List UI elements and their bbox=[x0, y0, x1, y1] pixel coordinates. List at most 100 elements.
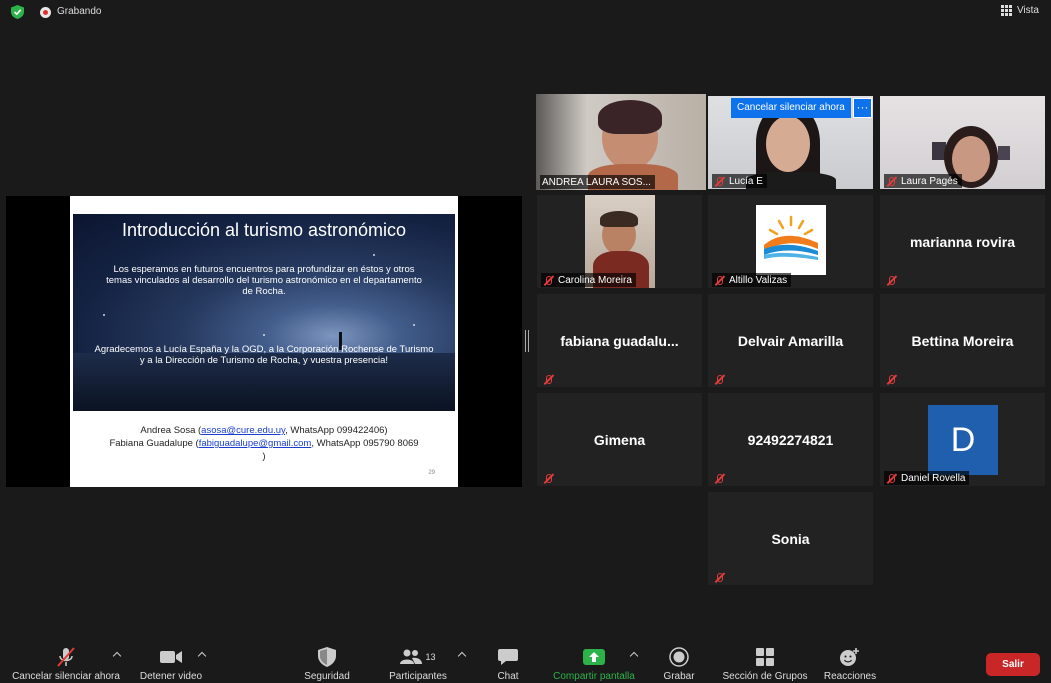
recording-label: Grabando bbox=[57, 6, 102, 17]
shield-icon bbox=[318, 647, 336, 667]
participants-options-caret[interactable] bbox=[457, 651, 467, 661]
participants-button[interactable]: 13 Participantes bbox=[380, 640, 456, 683]
security-label: Seguridad bbox=[304, 671, 350, 682]
record-label: Grabar bbox=[663, 671, 695, 682]
participant-display-name: 92492274821 bbox=[747, 431, 834, 448]
record-icon bbox=[669, 647, 689, 667]
mute-label: Cancelar silenciar ahora bbox=[12, 671, 120, 682]
participant-avatar: D bbox=[928, 405, 998, 475]
muted-mic-icon bbox=[57, 647, 75, 667]
contact-line: Fabiana Guadalupe (fabiguadalupe@gmail.c… bbox=[70, 437, 458, 450]
video-tile[interactable]: Laura Pagés bbox=[880, 96, 1045, 189]
participant-nametag bbox=[541, 471, 558, 485]
participant-display-name: Gimena bbox=[593, 431, 646, 448]
recording-icon[interactable] bbox=[40, 7, 51, 18]
participant-nametag bbox=[712, 372, 729, 386]
reactions-label: Reacciones bbox=[823, 671, 877, 682]
slide-acknowledgement: Agradecemos a Lucía España y la OGD, a l… bbox=[94, 344, 434, 366]
top-bar: Grabando Vista bbox=[0, 0, 1051, 24]
participant-nametag bbox=[712, 570, 729, 584]
slide-contacts: Andrea Sosa (asosa@cure.edu.uy, WhatsApp… bbox=[70, 424, 458, 463]
video-tile[interactable]: marianna rovira bbox=[880, 195, 1045, 288]
video-tile[interactable]: ANDREA LAURA SOS... bbox=[536, 94, 706, 190]
slide-page-number: 29 bbox=[428, 470, 435, 476]
grid-view-icon bbox=[1000, 5, 1012, 16]
video-tile[interactable]: Carolina Moreira bbox=[537, 195, 702, 288]
participant-nametag: Altillo Valizas bbox=[712, 273, 792, 287]
muted-mic-icon bbox=[886, 374, 897, 385]
security-shield-icon[interactable] bbox=[11, 5, 24, 19]
panel-resize-handle[interactable] bbox=[525, 330, 529, 352]
video-tile[interactable]: fabiana guadalu... bbox=[537, 294, 702, 387]
participant-nametag bbox=[712, 471, 729, 485]
view-label: Vista bbox=[1016, 5, 1039, 16]
muted-mic-icon bbox=[886, 176, 897, 187]
participant-name: Lucía E bbox=[729, 175, 763, 187]
muted-mic-icon bbox=[543, 473, 554, 484]
participant-display-name: Sonia bbox=[771, 530, 810, 547]
slide-paragraph: Los esperamos en futuros encuentros para… bbox=[106, 264, 422, 297]
video-label: Detener video bbox=[139, 671, 203, 682]
contact-phone: , WhatsApp 099422406) bbox=[285, 425, 388, 436]
breakout-rooms-icon bbox=[756, 648, 774, 666]
leave-button[interactable]: Salir bbox=[986, 653, 1040, 676]
participant-name: Daniel Rovella bbox=[901, 472, 966, 484]
participant-name: ANDREA LAURA SOS... bbox=[542, 176, 651, 188]
video-tile[interactable]: Altillo Valizas bbox=[708, 195, 873, 288]
participant-nametag: Daniel Rovella bbox=[884, 471, 970, 485]
video-tile[interactable]: Gimena bbox=[537, 393, 702, 486]
contact-name: Andrea Sosa ( bbox=[140, 425, 202, 436]
more-options-button[interactable]: ··· bbox=[853, 98, 872, 118]
contact-name: Fabiana Guadalupe ( bbox=[109, 438, 199, 449]
participant-nametag bbox=[884, 273, 901, 287]
muted-mic-icon bbox=[714, 473, 725, 484]
breakout-rooms-button[interactable]: Sección de Grupos bbox=[716, 640, 814, 683]
participant-display-name: Delvair Amarilla bbox=[737, 332, 844, 349]
unmute-request-button[interactable]: Cancelar silenciar ahora bbox=[731, 98, 851, 118]
presentation-slide: Introducción al turismo astronómico Los … bbox=[70, 196, 458, 487]
shared-screen[interactable]: Introducción al turismo astronómico Los … bbox=[6, 196, 522, 487]
share-screen-button[interactable]: Compartir pantalla bbox=[546, 640, 642, 683]
altillo-valizas-logo bbox=[756, 205, 826, 275]
view-button[interactable]: Vista bbox=[1000, 5, 1039, 16]
participant-display-name: Bettina Moreira bbox=[911, 332, 1014, 349]
video-tile[interactable]: Bettina Moreira bbox=[880, 294, 1045, 387]
participant-nametag: Laura Pagés bbox=[884, 174, 962, 188]
email-link[interactable]: asosa@cure.edu.uy bbox=[201, 425, 285, 436]
chat-label: Chat bbox=[497, 671, 519, 682]
video-tile[interactable]: 92492274821 bbox=[708, 393, 873, 486]
wall-frame bbox=[998, 146, 1010, 160]
video-tile[interactable]: D Daniel Rovella bbox=[880, 393, 1045, 486]
video-tile[interactable]: Sonia bbox=[708, 492, 873, 585]
contact-close: ) bbox=[262, 451, 266, 462]
contact-phone: , WhatsApp 095790 8069 bbox=[311, 438, 419, 449]
contact-line: Andrea Sosa (asosa@cure.edu.uy, WhatsApp… bbox=[70, 424, 458, 437]
muted-mic-icon bbox=[714, 374, 725, 385]
chat-button[interactable]: Chat bbox=[488, 640, 528, 683]
participant-nametag: Lucía E bbox=[712, 174, 767, 188]
mute-button[interactable]: Cancelar silenciar ahora bbox=[8, 640, 124, 683]
participant-nametag bbox=[884, 372, 901, 386]
participant-name: Laura Pagés bbox=[901, 175, 958, 187]
participant-name: Altillo Valizas bbox=[729, 274, 788, 286]
record-button[interactable]: Grabar bbox=[656, 640, 702, 683]
stop-video-button[interactable]: Detener video bbox=[136, 640, 206, 683]
muted-mic-icon bbox=[714, 176, 725, 187]
slide-title: Introducción al turismo astronómico bbox=[121, 220, 407, 240]
email-link[interactable]: fabiguadalupe@gmail.com bbox=[199, 438, 312, 449]
share-label: Compartir pantalla bbox=[553, 671, 635, 682]
muted-mic-icon bbox=[886, 275, 897, 286]
breakout-label: Sección de Grupos bbox=[722, 671, 808, 682]
night-sky-image: Introducción al turismo astronómico Los … bbox=[73, 214, 455, 411]
participant-count: 13 bbox=[425, 652, 436, 662]
participants-label: Participantes bbox=[389, 671, 447, 682]
participant-display-name: fabiana guadalu... bbox=[560, 332, 679, 349]
video-tile[interactable]: Delvair Amarilla bbox=[708, 294, 873, 387]
muted-mic-icon bbox=[886, 473, 897, 484]
muted-mic-icon bbox=[714, 275, 725, 286]
reactions-button[interactable]: Reacciones bbox=[818, 640, 882, 683]
security-button[interactable]: Seguridad bbox=[296, 640, 358, 683]
chat-bubble-icon bbox=[498, 649, 518, 665]
participant-display-name: marianna rovira bbox=[909, 233, 1016, 250]
video-camera-icon bbox=[160, 651, 182, 663]
